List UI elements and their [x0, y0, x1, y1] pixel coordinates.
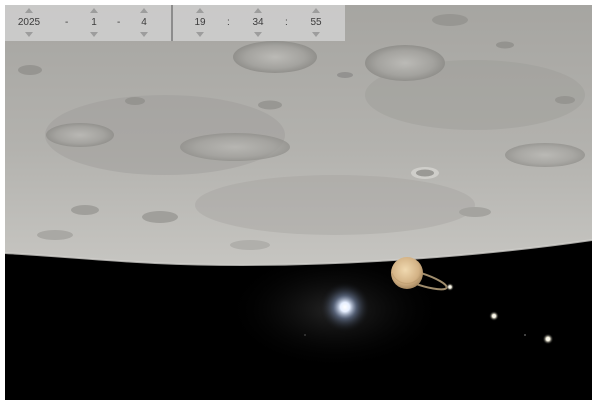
datetime-control-bar: 2025 - 1 - 4 19 : 34: 55: [5, 5, 345, 41]
year-value: 2025: [17, 17, 41, 28]
hour-spinner[interactable]: 19: [187, 5, 213, 41]
month-value: 1: [91, 17, 97, 28]
star-point-icon: [304, 334, 306, 336]
date-group: 2025 - 1 - 4: [5, 5, 171, 41]
minute-value: 34: [252, 17, 264, 28]
star-point-icon: [489, 311, 499, 321]
moon-surface-icon: [5, 5, 592, 266]
time-separator: :: [285, 17, 288, 28]
year-up-arrow-icon[interactable]: [25, 8, 33, 13]
star-point-icon: [446, 283, 454, 291]
second-spinner[interactable]: 55: [303, 5, 329, 41]
day-value: 4: [141, 17, 147, 28]
star-point-icon: [542, 333, 554, 345]
minute-down-arrow-icon[interactable]: [254, 32, 262, 37]
sky-scene[interactable]: [5, 5, 592, 400]
hour-value: 19: [194, 17, 206, 28]
year-down-arrow-icon[interactable]: [25, 32, 33, 37]
year-spinner[interactable]: 2025: [11, 5, 47, 41]
star-point-icon: [524, 334, 526, 336]
day-up-arrow-icon[interactable]: [140, 8, 148, 13]
second-value: 55: [310, 17, 322, 28]
sky-viewport[interactable]: 2025 - 1 - 4 19 : 34: 55: [5, 5, 592, 400]
time-separator: :: [227, 17, 230, 28]
day-spinner[interactable]: 4: [131, 5, 157, 41]
minute-spinner[interactable]: 34: [245, 5, 271, 41]
day-down-arrow-icon[interactable]: [140, 32, 148, 37]
bright-star-icon: [319, 281, 371, 333]
hour-up-arrow-icon[interactable]: [196, 8, 204, 13]
minute-up-arrow-icon[interactable]: [254, 8, 262, 13]
hour-down-arrow-icon[interactable]: [196, 32, 204, 37]
date-separator: -: [65, 17, 69, 28]
time-group: 19 : 34 : 55: [173, 5, 345, 41]
date-separator: -: [117, 17, 121, 28]
month-down-arrow-icon[interactable]: [90, 32, 98, 37]
month-up-arrow-icon[interactable]: [90, 8, 98, 13]
month-spinner[interactable]: 1: [81, 5, 107, 41]
second-up-arrow-icon[interactable]: [312, 8, 320, 13]
second-down-arrow-icon[interactable]: [312, 32, 320, 37]
